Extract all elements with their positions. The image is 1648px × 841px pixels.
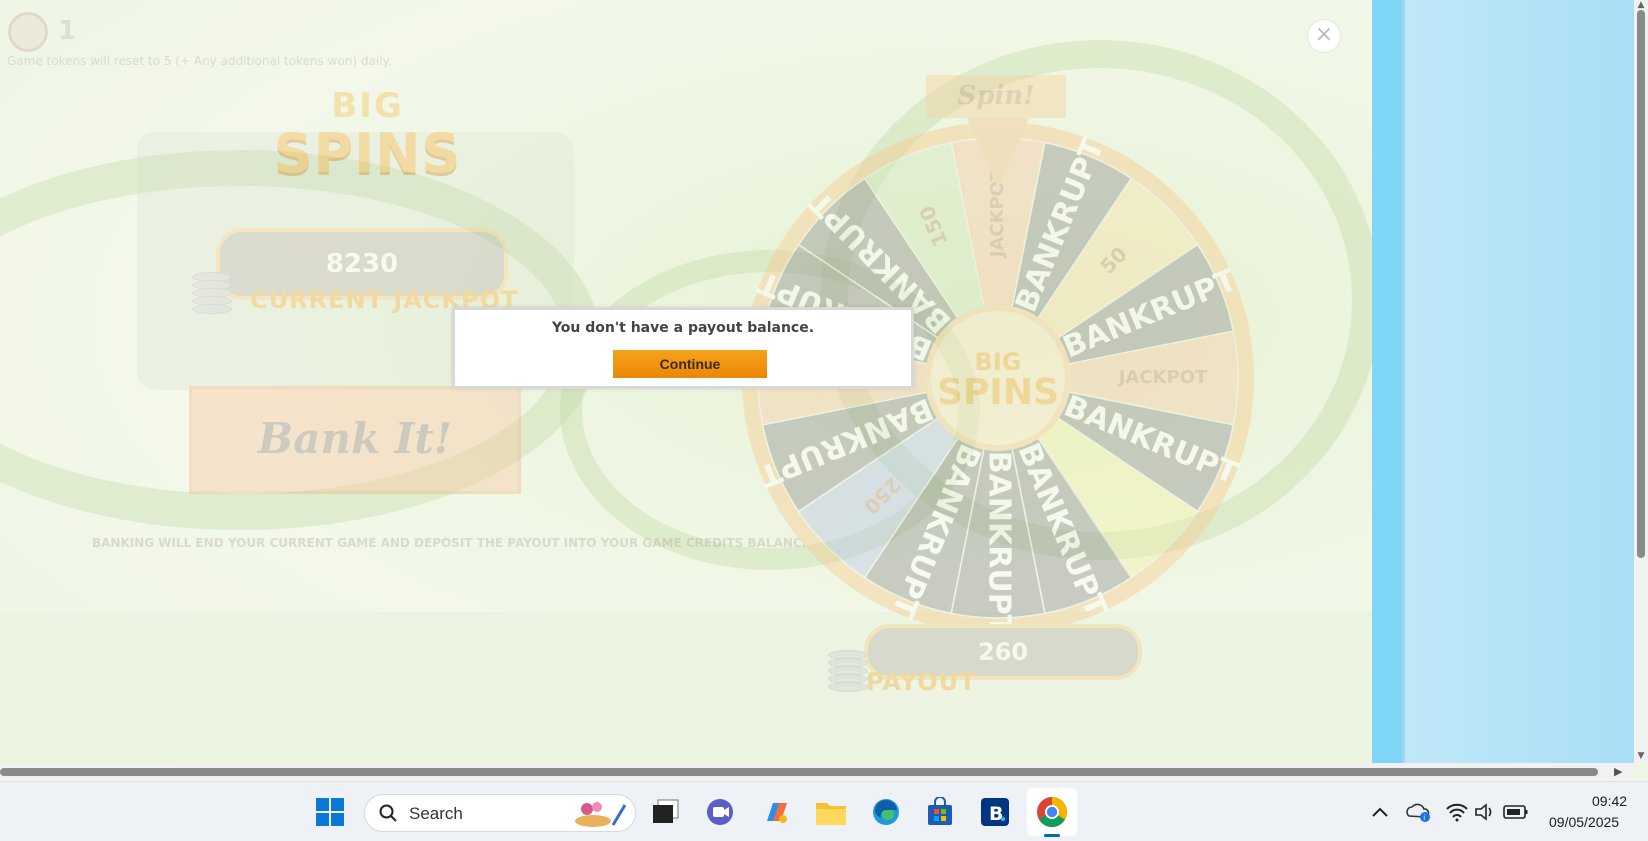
clock-time[interactable]: 09:42 (1592, 793, 1627, 809)
continue-button[interactable]: Continue (613, 350, 767, 378)
payout-label: PAYOUT (866, 668, 977, 696)
close-button[interactable]: × (1308, 20, 1340, 52)
dialog-message: You don't have a payout balance. (551, 320, 815, 336)
hub-logo-line2: SPINS (937, 372, 1059, 413)
booking-icon[interactable]: B (975, 792, 1015, 832)
screen: 1 Game tokens will reset to 5 (+ Any add… (0, 0, 1648, 841)
file-explorer-icon[interactable] (811, 792, 851, 832)
logo-line1: BIG (331, 86, 404, 126)
scroll-up-icon[interactable]: ▲ (1636, 0, 1646, 10)
right-side-panel (1372, 0, 1634, 763)
logo-line2: SPINS (273, 122, 462, 185)
edge-icon[interactable] (866, 792, 906, 832)
horizontal-scroll-thumb[interactable] (0, 768, 1598, 776)
token-count: 1 (58, 16, 77, 46)
onedrive-icon[interactable]: i (1398, 792, 1438, 832)
active-app-indicator (1044, 834, 1060, 837)
teams-icon[interactable] (700, 792, 740, 832)
divider (1402, 0, 1405, 763)
task-view-icon[interactable] (646, 792, 686, 832)
payout-dialog: You don't have a payout balance. Continu… (452, 307, 914, 389)
svg-text:i: i (1423, 814, 1425, 822)
vertical-scroll-thumb[interactable] (1637, 10, 1645, 558)
chevron-up-icon[interactable] (1360, 792, 1400, 832)
wheel-segment-label: JACKPOT (1117, 367, 1208, 388)
battery-icon[interactable] (1496, 792, 1536, 832)
bank-it-button[interactable]: Bank It! (189, 386, 521, 494)
copilot-icon[interactable] (756, 792, 796, 832)
search-highlight-icon (575, 802, 627, 827)
search-label: Search (409, 804, 463, 823)
horizontal-scrollbar[interactable]: ▶ (0, 763, 1634, 781)
scroll-down-icon[interactable]: ▼ (1636, 751, 1646, 761)
taskbar: Search B i 09:42 09/05/2025 (0, 781, 1648, 841)
taskbar-search[interactable]: Search (364, 794, 636, 832)
coin-stack-icon (192, 272, 236, 320)
scroll-right-icon[interactable]: ▶ (1614, 766, 1626, 778)
store-icon[interactable] (920, 792, 960, 832)
token-icon (8, 12, 48, 52)
token-note: Game tokens will reset to 5 (+ Any addit… (7, 54, 392, 68)
search-icon (379, 804, 397, 822)
spin-button[interactable]: Spin! (926, 75, 1066, 118)
vertical-scrollbar[interactable]: ▲ ▼ (1634, 0, 1648, 763)
clock-date[interactable]: 09/05/2025 (1549, 814, 1619, 830)
start-icon[interactable] (310, 792, 350, 832)
svg-text:B: B (989, 803, 1003, 825)
wheel-segment-label: BANKRUPT (982, 451, 1017, 636)
bank-note: BANKING WILL END YOUR CURRENT GAME AND D… (92, 536, 815, 550)
big-spins-logo: BIG SPINS (270, 86, 465, 192)
chrome-icon[interactable] (1032, 792, 1072, 832)
game-area: 1 Game tokens will reset to 5 (+ Any add… (0, 0, 1372, 763)
